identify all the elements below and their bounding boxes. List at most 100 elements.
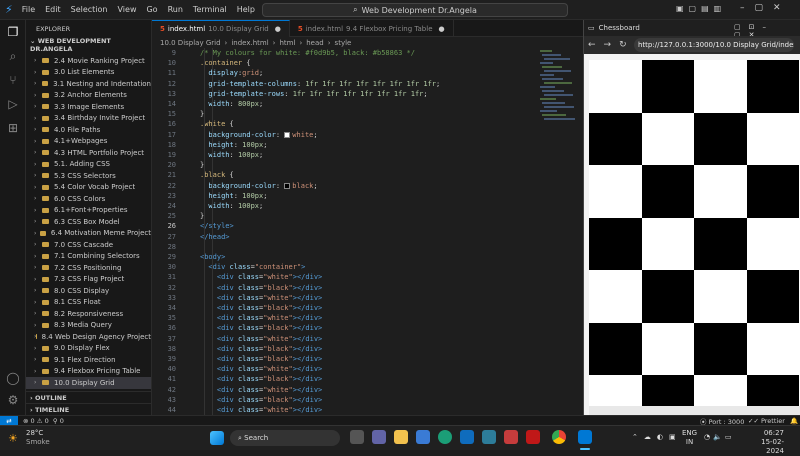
chrome-icon[interactable] — [552, 430, 566, 444]
extensions-icon[interactable]: ⊞ — [5, 120, 21, 136]
taskbar-search[interactable]: ⌕ Search — [230, 430, 340, 446]
folder-item[interactable]: ›10.0 Display Grid — [26, 377, 151, 389]
folder-item[interactable]: ›9.4 Flexbox Pricing Table — [26, 366, 151, 378]
breadcrumb-item[interactable]: 10.0 Display Grid — [160, 39, 221, 47]
network-volume-battery-icons[interactable]: ◔🔈▭ — [704, 433, 734, 441]
file-explorer-icon[interactable] — [394, 430, 408, 444]
problems-indicator[interactable]: ⊗ 0 ⚠ 0 ⚲ 0 — [23, 417, 64, 425]
clock[interactable]: 06:2715-02-2024 — [744, 429, 784, 456]
breadcrumb-item[interactable]: style — [335, 39, 352, 47]
layout-icons[interactable]: ▣▢▤▥ — [676, 4, 726, 13]
notifications-icon[interactable]: 🔔 — [790, 417, 798, 425]
folder-item[interactable]: ›7.1 Combining Selectors — [26, 251, 151, 263]
menu-item-go[interactable]: Go — [146, 5, 157, 14]
search-icon[interactable]: ⌕ — [5, 48, 21, 64]
horizontal-scrollbar[interactable] — [589, 406, 800, 415]
folder-item[interactable]: ›5.1. Adding CSS — [26, 159, 151, 171]
folder-item[interactable]: ›7.2 CSS Positioning — [26, 262, 151, 274]
source-control-icon[interactable]: ⑂ — [5, 72, 21, 88]
workspace-root[interactable]: ⌄ WEB DEVELOPMENT DR.ANGELA — [26, 35, 151, 55]
chat-icon[interactable] — [372, 430, 386, 444]
folder-item[interactable]: ›9.1 Flex Direction — [26, 354, 151, 366]
prettier-indicator[interactable]: ✓✓ Prettier — [748, 417, 785, 425]
folder-item[interactable]: ›5.4 Color Vocab Project — [26, 182, 151, 194]
language-indicator[interactable]: ENGIN — [682, 429, 697, 447]
start-button[interactable] — [210, 431, 224, 445]
folder-item[interactable]: ›3.4 Birthday Invite Project — [26, 113, 151, 125]
folder-item[interactable]: ›3.0 List Elements — [26, 67, 151, 79]
tray-icons[interactable]: ⌃☁◐▣ — [632, 433, 682, 441]
menu-item-terminal[interactable]: Terminal — [193, 5, 227, 14]
editor-tab[interactable]: 5index.html9.4 Flexbox Pricing Table● — [290, 20, 454, 37]
folder-item[interactable]: ›8.3 Media Query — [26, 320, 151, 332]
editor-tab[interactable]: 5index.html10.0 Display Grid● — [152, 20, 290, 37]
remote-icon[interactable]: ⇄ — [0, 416, 18, 426]
color-swatch[interactable] — [284, 132, 290, 138]
breadcrumb-item[interactable]: html — [279, 39, 295, 47]
store-icon[interactable] — [416, 430, 430, 444]
code-editor[interactable]: 9/* My colours for white: #f0d9b5, black… — [152, 48, 583, 415]
folder-item[interactable]: ›8.0 CSS Display — [26, 285, 151, 297]
code-token: height — [200, 192, 234, 200]
timeline-section[interactable]: › TIMELINE — [26, 403, 152, 415]
menu-item-help[interactable]: Help — [237, 5, 255, 14]
folder-item[interactable]: ›8.1 CSS Float — [26, 297, 151, 309]
folder-item[interactable]: ›8.2 Responsiveness — [26, 308, 151, 320]
forward-icon[interactable]: → — [604, 40, 612, 50]
minimap[interactable] — [538, 48, 578, 148]
menu-item-run[interactable]: Run — [168, 5, 183, 14]
folder-item[interactable]: ›4.0 File Paths — [26, 124, 151, 136]
line-number: 27 — [152, 232, 176, 242]
weather-icon[interactable]: ☀ — [8, 432, 18, 445]
explorer-icon[interactable]: ❐ — [5, 24, 21, 40]
url-bar[interactable]: http://127.0.0.1:3000/10.0 Display Grid/… — [634, 38, 794, 52]
settings-gear-icon[interactable]: ⚙ — [5, 392, 21, 408]
folder-item[interactable]: ›8.4 Web Design Agency Project — [26, 331, 151, 343]
window-controls[interactable]: –▢✕ — [740, 3, 791, 13]
folder-item[interactable]: ›5.3 CSS Selectors — [26, 170, 151, 182]
account-icon[interactable]: ◯ — [5, 370, 21, 386]
code-token: class — [238, 386, 259, 394]
breadcrumb-item[interactable]: index.html — [231, 39, 268, 47]
folder-item[interactable]: ›7.0 CSS Cascade — [26, 239, 151, 251]
menu-item-selection[interactable]: Selection — [71, 5, 108, 14]
vscode-logo-icon[interactable]: ⚡ — [5, 3, 13, 16]
folder-item[interactable]: ›6.1+Font+Properties — [26, 205, 151, 217]
breadcrumb-separator-icon: › — [225, 39, 228, 47]
unsaved-dot-icon[interactable]: ● — [275, 25, 281, 33]
folder-item[interactable]: ›6.4 Motivation Meme Project — [26, 228, 151, 240]
folder-item[interactable]: ›6.3 CSS Box Model — [26, 216, 151, 228]
unsaved-dot-icon[interactable]: ● — [439, 25, 445, 33]
menu-item-file[interactable]: File — [22, 5, 35, 14]
run-debug-icon[interactable]: ▷ — [5, 96, 21, 112]
mcafee-icon[interactable] — [526, 430, 540, 444]
folder-item[interactable]: ›6.0 CSS Colors — [26, 193, 151, 205]
folder-item[interactable]: ›9.0 Display Flex — [26, 343, 151, 355]
code-token: ; — [259, 69, 263, 77]
port-indicator[interactable]: ⦿ Port : 3000 — [700, 416, 744, 426]
back-icon[interactable]: ← — [588, 40, 596, 50]
calendar-icon[interactable] — [482, 430, 496, 444]
folder-item[interactable]: ›7.3 CSS Flag Project — [26, 274, 151, 286]
task-view-icon[interactable] — [350, 430, 364, 444]
app-icon[interactable] — [504, 430, 518, 444]
folder-item[interactable]: ›3.3 Image Elements — [26, 101, 151, 113]
edge-icon[interactable] — [438, 430, 452, 444]
breadcrumb-item[interactable]: head — [306, 39, 323, 47]
line-number: 40 — [152, 364, 176, 374]
folder-item[interactable]: ›4.1+Webpages — [26, 136, 151, 148]
vscode-taskbar-icon[interactable] — [578, 430, 592, 444]
command-center[interactable]: ⌕Web Development Dr.Angela — [262, 3, 568, 17]
folder-item[interactable]: ›3.2 Anchor Elements — [26, 90, 151, 102]
code-line: 12 grid-template-columns: 1fr 1fr 1fr 1f… — [152, 79, 583, 89]
color-swatch[interactable] — [284, 183, 290, 189]
mail-icon[interactable] — [460, 430, 474, 444]
menu-item-edit[interactable]: Edit — [45, 5, 61, 14]
reload-icon[interactable]: ↻ — [619, 40, 627, 50]
folder-item[interactable]: ›3.1 Nesting and Indentation — [26, 78, 151, 90]
line-number: 17 — [152, 130, 176, 140]
menu-item-view[interactable]: View — [118, 5, 137, 14]
folder-item[interactable]: ›2.4 Movie Ranking Project — [26, 55, 151, 67]
folder-item[interactable]: ›4.3 HTML Portfolio Project — [26, 147, 151, 159]
outline-section[interactable]: › OUTLINE — [26, 391, 152, 403]
